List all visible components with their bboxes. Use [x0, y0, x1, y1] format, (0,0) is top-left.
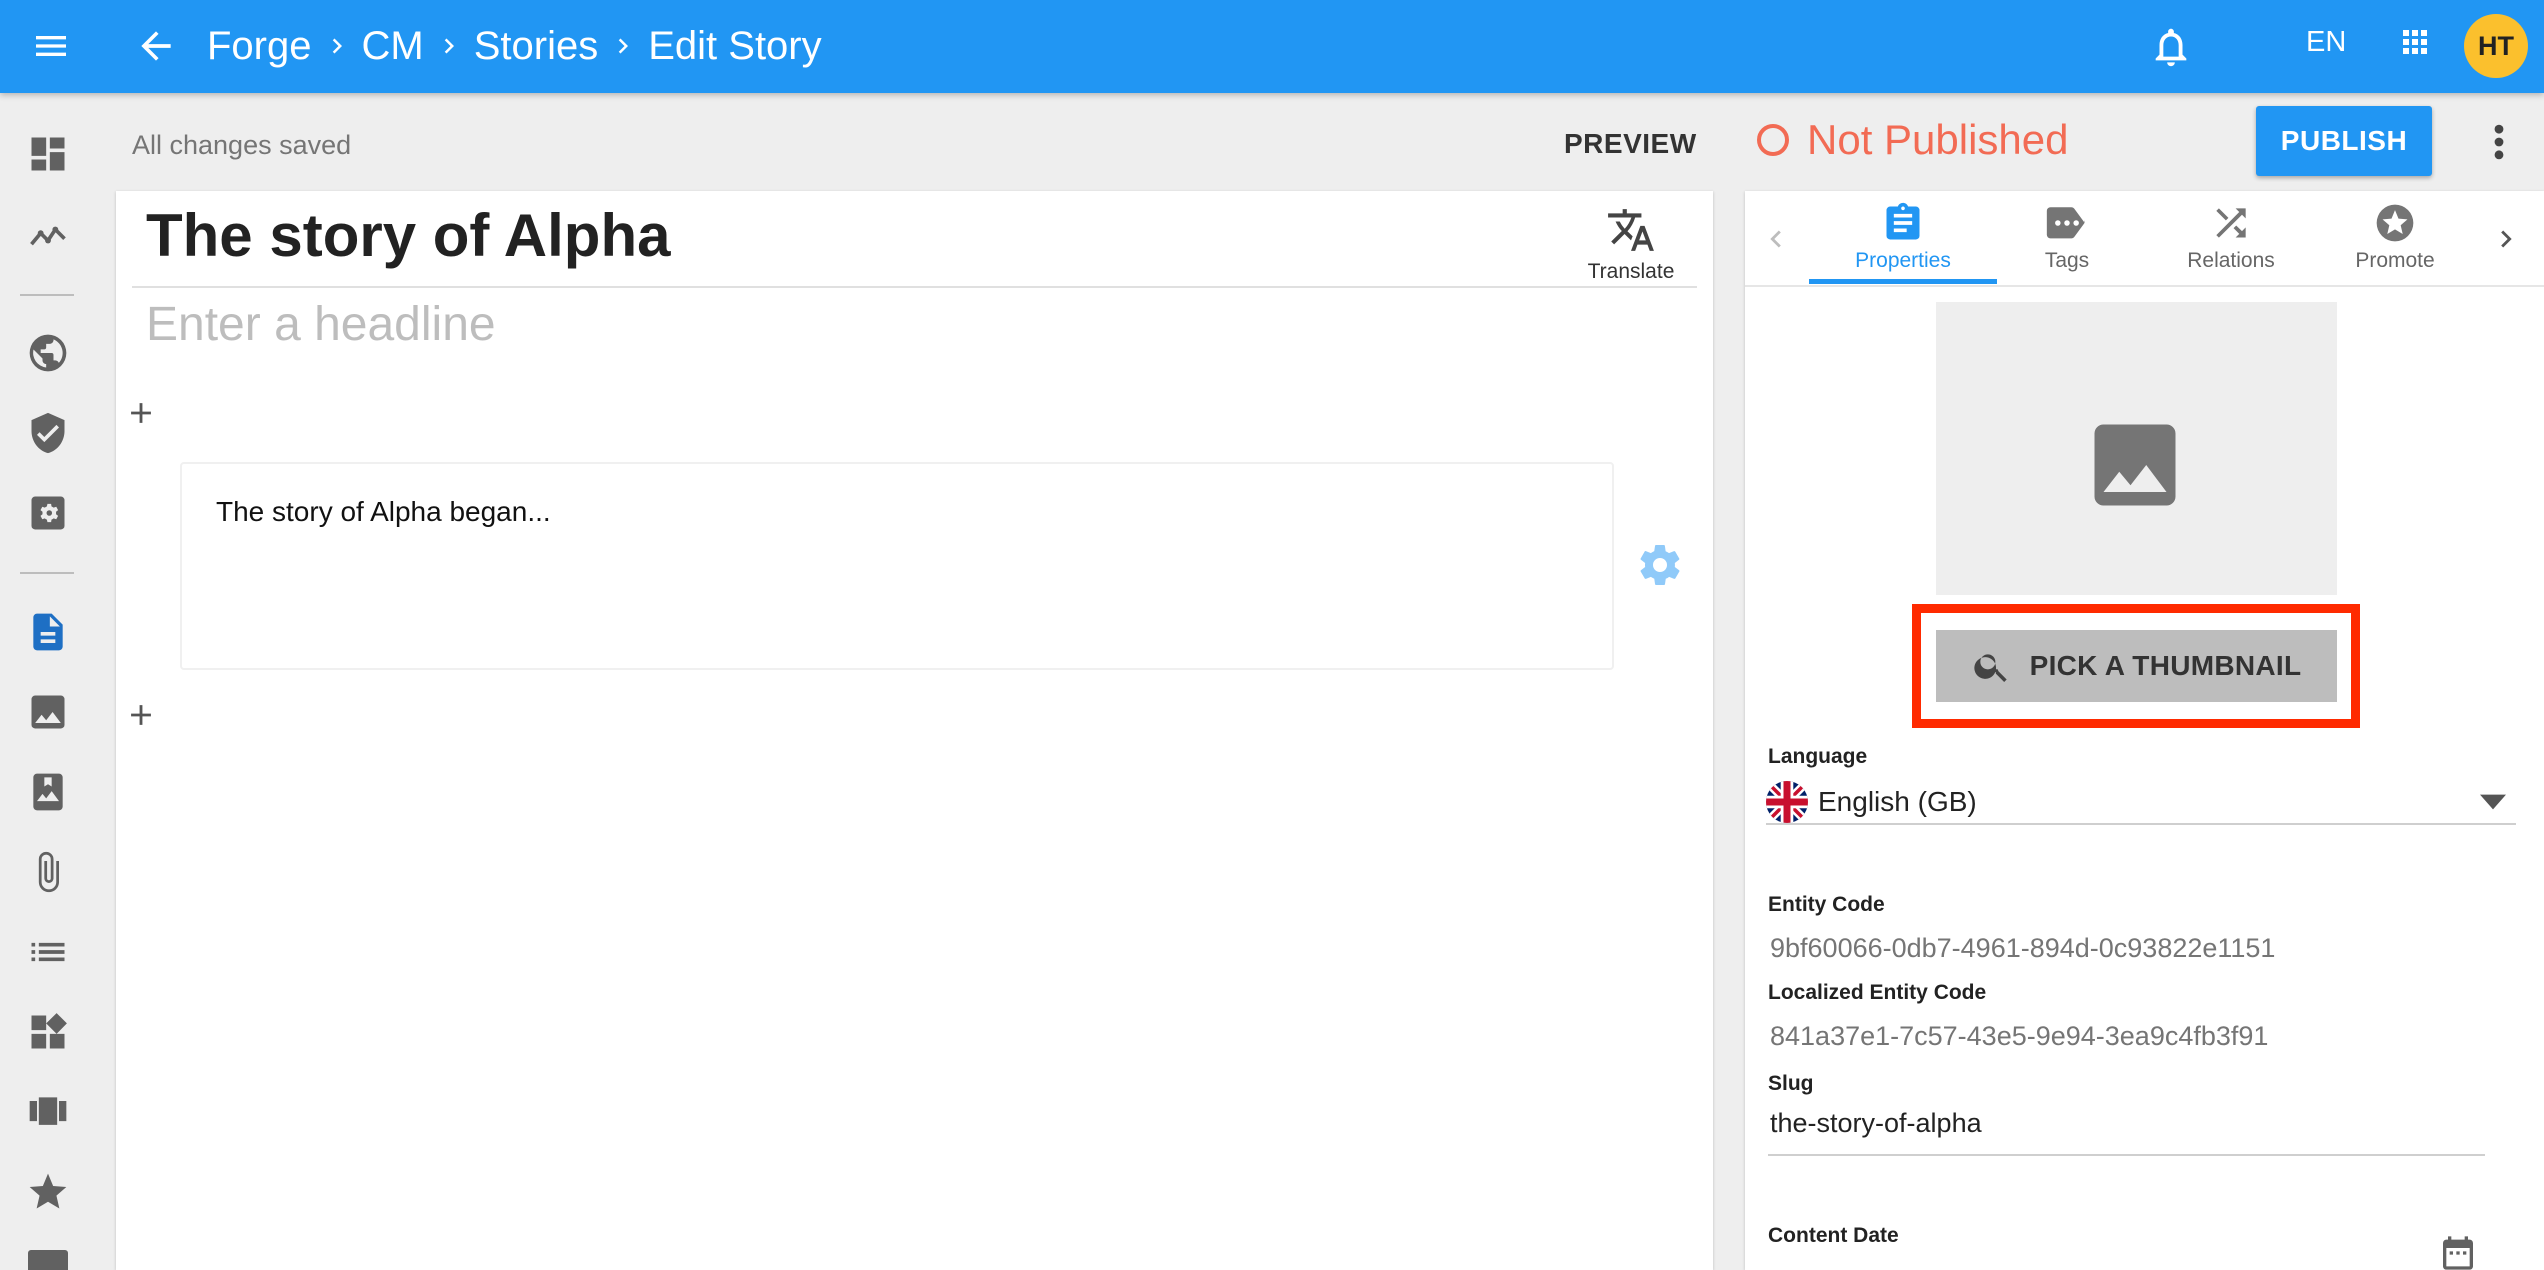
- uk-flag-icon: [1766, 781, 1808, 823]
- menu-icon[interactable]: [28, 26, 74, 66]
- analytics-icon[interactable]: [26, 213, 70, 257]
- publish-status-label: Not Published: [1807, 116, 2069, 163]
- breadcrumb: Forge CM Stories Edit Story: [207, 20, 822, 72]
- preview-button[interactable]: PREVIEW: [1564, 128, 1697, 160]
- more-vert-icon[interactable]: [2484, 120, 2514, 164]
- story-editor: The story of Alpha Translate Enter a hea…: [116, 191, 1713, 1270]
- properties-panel: Properties Tags Relations Promote PICK A…: [1745, 191, 2544, 1270]
- rail-divider: [20, 572, 74, 574]
- story-title[interactable]: The story of Alpha: [146, 201, 670, 270]
- tag-icon: [2046, 207, 2085, 239]
- bell-icon[interactable]: [2148, 22, 2194, 72]
- globe-icon[interactable]: [26, 331, 70, 375]
- language-switcher[interactable]: EN: [2306, 26, 2346, 59]
- image-icon[interactable]: [26, 690, 70, 734]
- entity-code-label: Entity Code: [1768, 893, 1885, 916]
- tab-tags[interactable]: Tags: [1973, 201, 2161, 273]
- left-nav-rail: [0, 93, 98, 1270]
- status-circle-icon: [1757, 124, 1789, 156]
- language-value: English (GB): [1818, 786, 1977, 817]
- localized-entity-code-value: 841a37e1-7c57-43e5-9e94-3ea9c4fb3f91: [1770, 1021, 2269, 1051]
- translate-label: Translate: [1587, 260, 1675, 283]
- tab-label: Relations: [2187, 249, 2275, 272]
- headline-input[interactable]: Enter a headline: [146, 297, 496, 352]
- breadcrumb-forge[interactable]: Forge: [207, 24, 312, 69]
- translate-button[interactable]: Translate: [1576, 205, 1686, 284]
- tab-promote[interactable]: Promote: [2301, 201, 2489, 273]
- paragraph-text[interactable]: The story of Alpha began...: [216, 496, 551, 528]
- settings-box-icon[interactable]: [26, 491, 70, 535]
- photo-album-icon[interactable]: [26, 770, 70, 814]
- calendar-icon[interactable]: [2438, 1233, 2478, 1270]
- block-settings-gear-icon[interactable]: [1636, 541, 1684, 589]
- breadcrumb-stories[interactable]: Stories: [474, 24, 599, 69]
- language-select[interactable]: English (GB): [1766, 781, 2516, 825]
- thumbnail-preview: [1936, 302, 2337, 595]
- chevron-right-icon: [598, 31, 648, 61]
- chevron-right-icon: [312, 31, 362, 61]
- title-divider: [132, 286, 1697, 288]
- apps-grid-icon[interactable]: [2397, 24, 2433, 60]
- shield-check-icon[interactable]: [26, 411, 70, 455]
- panel-tabs: Properties Tags Relations Promote: [1745, 191, 2544, 287]
- star-icon[interactable]: [26, 1170, 70, 1214]
- widgets-icon[interactable]: [26, 1010, 70, 1054]
- add-block-icon[interactable]: [124, 396, 158, 430]
- star-badge-icon: [2376, 204, 2414, 242]
- dashboard-icon[interactable]: [26, 132, 70, 176]
- language-label: Language: [1768, 745, 1868, 768]
- entity-code-value: 9bf60066-0db7-4961-894d-0c93822e1151: [1770, 933, 2276, 963]
- tab-relations[interactable]: Relations: [2137, 201, 2325, 273]
- tab-properties[interactable]: Properties: [1809, 201, 1997, 273]
- breadcrumb-cm[interactable]: CM: [362, 24, 424, 69]
- pick-thumbnail-button[interactable]: PICK A THUMBNAIL: [1936, 630, 2337, 702]
- shuffle-icon: [2216, 208, 2246, 238]
- tab-label: Tags: [2044, 249, 2090, 272]
- localized-entity-code-label: Localized Entity Code: [1768, 981, 1987, 1004]
- image-placeholder-icon: [2094, 424, 2176, 506]
- clipboard-icon: [1886, 202, 1920, 240]
- back-arrow-icon[interactable]: [134, 24, 178, 68]
- more-nav-icon[interactable]: [28, 1250, 68, 1270]
- dropdown-caret-icon: [2480, 794, 2506, 810]
- avatar[interactable]: HT: [2464, 14, 2528, 78]
- list-icon[interactable]: [26, 930, 70, 974]
- document-icon[interactable]: [26, 610, 70, 654]
- slug-input[interactable]: the-story-of-alpha: [1768, 1106, 2485, 1156]
- chevron-right-icon: [424, 31, 474, 61]
- slug-label: Slug: [1768, 1072, 1814, 1095]
- paperclip-icon[interactable]: [26, 850, 70, 894]
- tabs-prev-icon[interactable]: [1759, 219, 1793, 259]
- top-app-bar: Forge CM Stories Edit Story EN HT: [0, 0, 2544, 93]
- tabs-next-icon[interactable]: [2489, 219, 2523, 259]
- publish-button[interactable]: PUBLISH: [2256, 106, 2432, 176]
- carousel-icon[interactable]: [26, 1090, 70, 1134]
- translate-icon: [1608, 209, 1654, 251]
- tab-label: Promote: [2355, 249, 2435, 272]
- breadcrumb-edit-story: Edit Story: [648, 23, 822, 68]
- content-date-label: Content Date: [1768, 1224, 1899, 1247]
- search-icon: [1973, 654, 2007, 682]
- publish-status: Not Published: [1757, 116, 2069, 164]
- tab-label: Properties: [1855, 249, 1951, 272]
- paragraph-block[interactable]: The story of Alpha began...: [180, 462, 1614, 670]
- add-block-icon[interactable]: [124, 698, 158, 732]
- rail-divider: [20, 294, 74, 296]
- pick-thumbnail-label: PICK A THUMBNAIL: [2029, 650, 2302, 681]
- save-status: All changes saved: [132, 130, 352, 160]
- active-tab-indicator: [1809, 279, 1997, 284]
